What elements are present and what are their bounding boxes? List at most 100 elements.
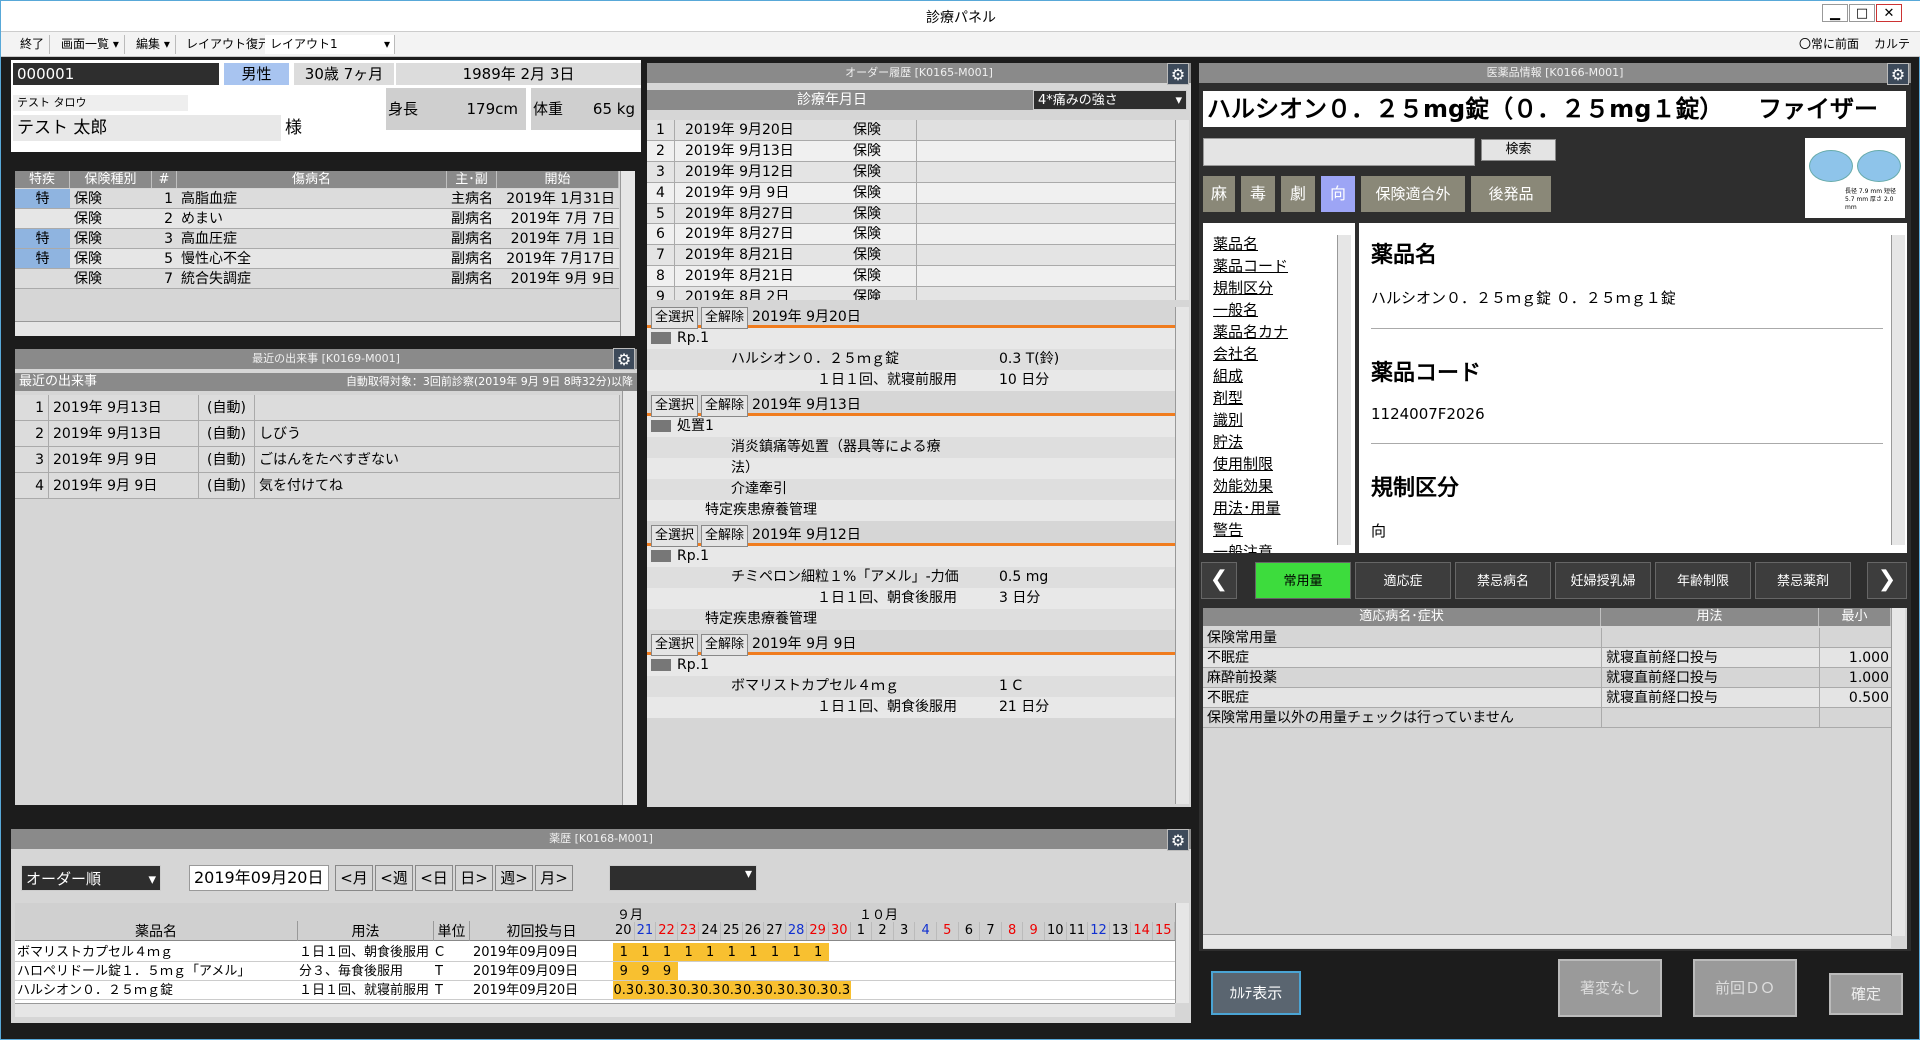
table-row[interactable]: 8 2019年 8月21日 保険 <box>647 266 1175 288</box>
history-nav-button[interactable]: <日 <box>415 865 453 891</box>
col-header[interactable]: 保険種別 <box>70 171 152 188</box>
drug-nav-link[interactable]: 薬品名カナ <box>1213 321 1355 343</box>
drug-nav-link[interactable]: 剤型 <box>1213 387 1355 409</box>
drug-nav-link[interactable]: 用法･用量 <box>1213 497 1355 519</box>
expand-icon[interactable] <box>651 659 671 671</box>
table-row[interactable]: 3 2019年 9月12日 保険 <box>647 161 1175 183</box>
table-row[interactable]: 1 2019年 9月20日 保険 <box>647 120 1175 141</box>
select-all-button[interactable]: 全選択 <box>651 525 699 547</box>
prev-do-button[interactable]: 前回ＤＯ <box>1693 959 1797 1017</box>
table-row[interactable]: 5 2019年 8月27日 保険 <box>647 203 1175 225</box>
drug-tab[interactable]: 禁忌病名 <box>1455 562 1551 599</box>
history-nav-button[interactable]: 週> <box>495 865 533 891</box>
col-header[interactable]: 特疾 <box>15 171 70 188</box>
table-row[interactable]: 保険 2 めまい 副病名 2019年 7月 7日 <box>15 209 619 229</box>
table-row[interactable]: 7 2019年 8月21日 保険 <box>647 245 1175 267</box>
table-row[interactable]: 4 2019年 9月 9日 保険 <box>647 182 1175 204</box>
menu-karte[interactable]: カルテ <box>1869 35 1915 54</box>
table-row[interactable]: ハロペリドール錠１．５ｍｇ「アメル」 分３、毎食後服用 T 2019年09月09日 9 9… <box>15 962 1175 981</box>
history-nav-button[interactable]: 日> <box>455 865 493 891</box>
col-header[interactable]: 初回投与日 <box>469 921 613 941</box>
vertical-scrollbar[interactable] <box>622 391 637 805</box>
prev-tab-button[interactable]: ❮ <box>1201 562 1237 599</box>
select-all-button[interactable]: 全選択 <box>651 395 699 417</box>
drug-tab[interactable]: 妊婦授乳婦 <box>1555 562 1651 599</box>
drug-nav-link[interactable]: 薬品名 <box>1213 233 1355 255</box>
menu-screen-list[interactable]: 画面一覧 ▾ <box>56 35 125 54</box>
deselect-all-button[interactable]: 全解除 <box>701 525 749 547</box>
history-filter-select[interactable]: ▾ <box>609 865 757 891</box>
horizontal-scrollbar[interactable] <box>1203 934 1891 948</box>
col-header[interactable]: 単位 <box>433 921 469 941</box>
drug-nav-link[interactable]: 一般名 <box>1213 299 1355 321</box>
confirm-button[interactable]: 確定 <box>1829 973 1903 1015</box>
order-select[interactable]: オーダー順 ▾ <box>21 865 161 891</box>
vertical-scrollbar[interactable] <box>1175 903 1189 1003</box>
deselect-all-button[interactable]: 全解除 <box>701 395 749 417</box>
table-row[interactable]: 6 2019年 8月27日 保険 <box>647 224 1175 246</box>
list-item[interactable]: 3 2019年 9月 9日 (自動) ごはんをたべすぎない <box>15 447 620 473</box>
drug-nav-link[interactable]: 使用制限 <box>1213 453 1355 475</box>
drug-nav-link[interactable]: 規制区分 <box>1213 277 1355 299</box>
horizontal-scrollbar[interactable] <box>15 321 620 336</box>
menu-exit[interactable]: 終了 <box>15 35 51 54</box>
list-item[interactable]: 4 2019年 9月 9日 (自動) 気を付けてね <box>15 473 620 499</box>
col-header[interactable]: 用法 <box>297 921 433 941</box>
table-row[interactable]: 保険 7 統合失調症 副病名 2019年 9月 9日 <box>15 269 619 289</box>
list-item[interactable]: 1 2019年 9月13日 (自動) <box>15 395 620 421</box>
menu-edit[interactable]: 編集 ▾ <box>131 35 176 54</box>
layout-select[interactable]: レイアウト1 ▾ <box>265 35 395 54</box>
select-all-button[interactable]: 全選択 <box>651 307 699 329</box>
history-nav-button[interactable]: 月> <box>535 865 573 891</box>
drug-nav-link[interactable]: 効能効果 <box>1213 475 1355 497</box>
table-row[interactable]: 保険常用量以外の用量チェックは行っていません <box>1203 708 1891 728</box>
gear-icon[interactable]: ⚙ <box>1167 829 1189 851</box>
menu-restore-layout[interactable]: レイアウト復元 <box>181 35 277 54</box>
table-row[interactable]: ボマリストカプセル４ｍｇ １日１回、朝食後服用 C 2019年09月09日 1 1 1 1 1 1… <box>15 943 1175 962</box>
history-date-input[interactable]: 2019年09月20日 <box>189 865 329 891</box>
minimize-button[interactable]: ▁ <box>1822 4 1848 22</box>
gear-icon[interactable]: ⚙ <box>1167 63 1189 85</box>
always-front-toggle[interactable]: 〇常に前面 <box>1794 35 1864 54</box>
col-header[interactable]: 主･副 <box>447 171 497 188</box>
history-nav-button[interactable]: <週 <box>375 865 413 891</box>
table-row[interactable]: 麻酔前投薬 就寝直前経口投与 1.000 <box>1203 668 1891 688</box>
col-header[interactable]: 最小 <box>1819 608 1891 626</box>
drug-tab[interactable]: 適応症 <box>1355 562 1451 599</box>
drug-nav-link[interactable]: 組成 <box>1213 365 1355 387</box>
vertical-scrollbar[interactable] <box>1891 608 1905 936</box>
col-header[interactable]: 開始 <box>497 171 619 188</box>
expand-icon[interactable] <box>651 420 671 432</box>
horizontal-scrollbar[interactable] <box>15 1003 1175 1017</box>
vertical-scrollbar[interactable] <box>1891 235 1905 545</box>
col-header[interactable]: # <box>152 171 177 188</box>
col-header[interactable]: 傷病名 <box>177 171 447 188</box>
drug-nav-link[interactable]: 貯法 <box>1213 431 1355 453</box>
table-row[interactable]: 9 2019年 8月 2日 保険 <box>647 287 1175 300</box>
drug-search-input[interactable] <box>1203 138 1475 166</box>
close-button[interactable]: ✕ <box>1876 4 1902 22</box>
vertical-scrollbar[interactable] <box>1175 307 1189 804</box>
gear-icon[interactable]: ⚙ <box>613 348 635 370</box>
table-row[interactable]: 不眠症 就寝直前経口投与 1.000 <box>1203 648 1891 668</box>
col-header[interactable]: 用法 <box>1601 608 1819 626</box>
maximize-button[interactable]: □ <box>1849 4 1875 22</box>
table-row[interactable]: 特保険 5 慢性心不全 副病名 2019年 7月17日 <box>15 249 619 269</box>
gear-icon[interactable]: ⚙ <box>1887 63 1909 85</box>
drug-nav-link[interactable]: 一般注意 <box>1213 541 1355 553</box>
history-nav-button[interactable]: <月 <box>335 865 373 891</box>
drug-tab[interactable]: 常用量 <box>1255 562 1351 599</box>
vertical-scrollbar[interactable] <box>1175 120 1189 300</box>
vertical-scrollbar[interactable] <box>620 171 635 336</box>
select-all-button[interactable]: 全選択 <box>651 634 699 656</box>
table-row[interactable]: ハルシオン０．２５ｍｇ錠 １日１回、就寝前服用 T 2019年09月20日 0.3 0.3… <box>15 981 1175 1000</box>
vertical-scrollbar[interactable] <box>1337 235 1351 545</box>
table-row[interactable]: 特保険 3 高血圧症 副病名 2019年 7月 1日 <box>15 229 619 249</box>
table-row[interactable]: 2 2019年 9月13日 保険 <box>647 140 1175 162</box>
list-item[interactable]: 2 2019年 9月13日 (自動) しびう <box>15 421 620 447</box>
col-header[interactable]: 適応病名･症状 <box>1203 608 1601 626</box>
filter-select[interactable]: 4*痛みの強さ ▾ <box>1033 90 1187 110</box>
search-button[interactable]: 検索 <box>1481 139 1556 161</box>
drug-tab[interactable]: 年齢制限 <box>1655 562 1751 599</box>
drug-nav-link[interactable]: 識別 <box>1213 409 1355 431</box>
